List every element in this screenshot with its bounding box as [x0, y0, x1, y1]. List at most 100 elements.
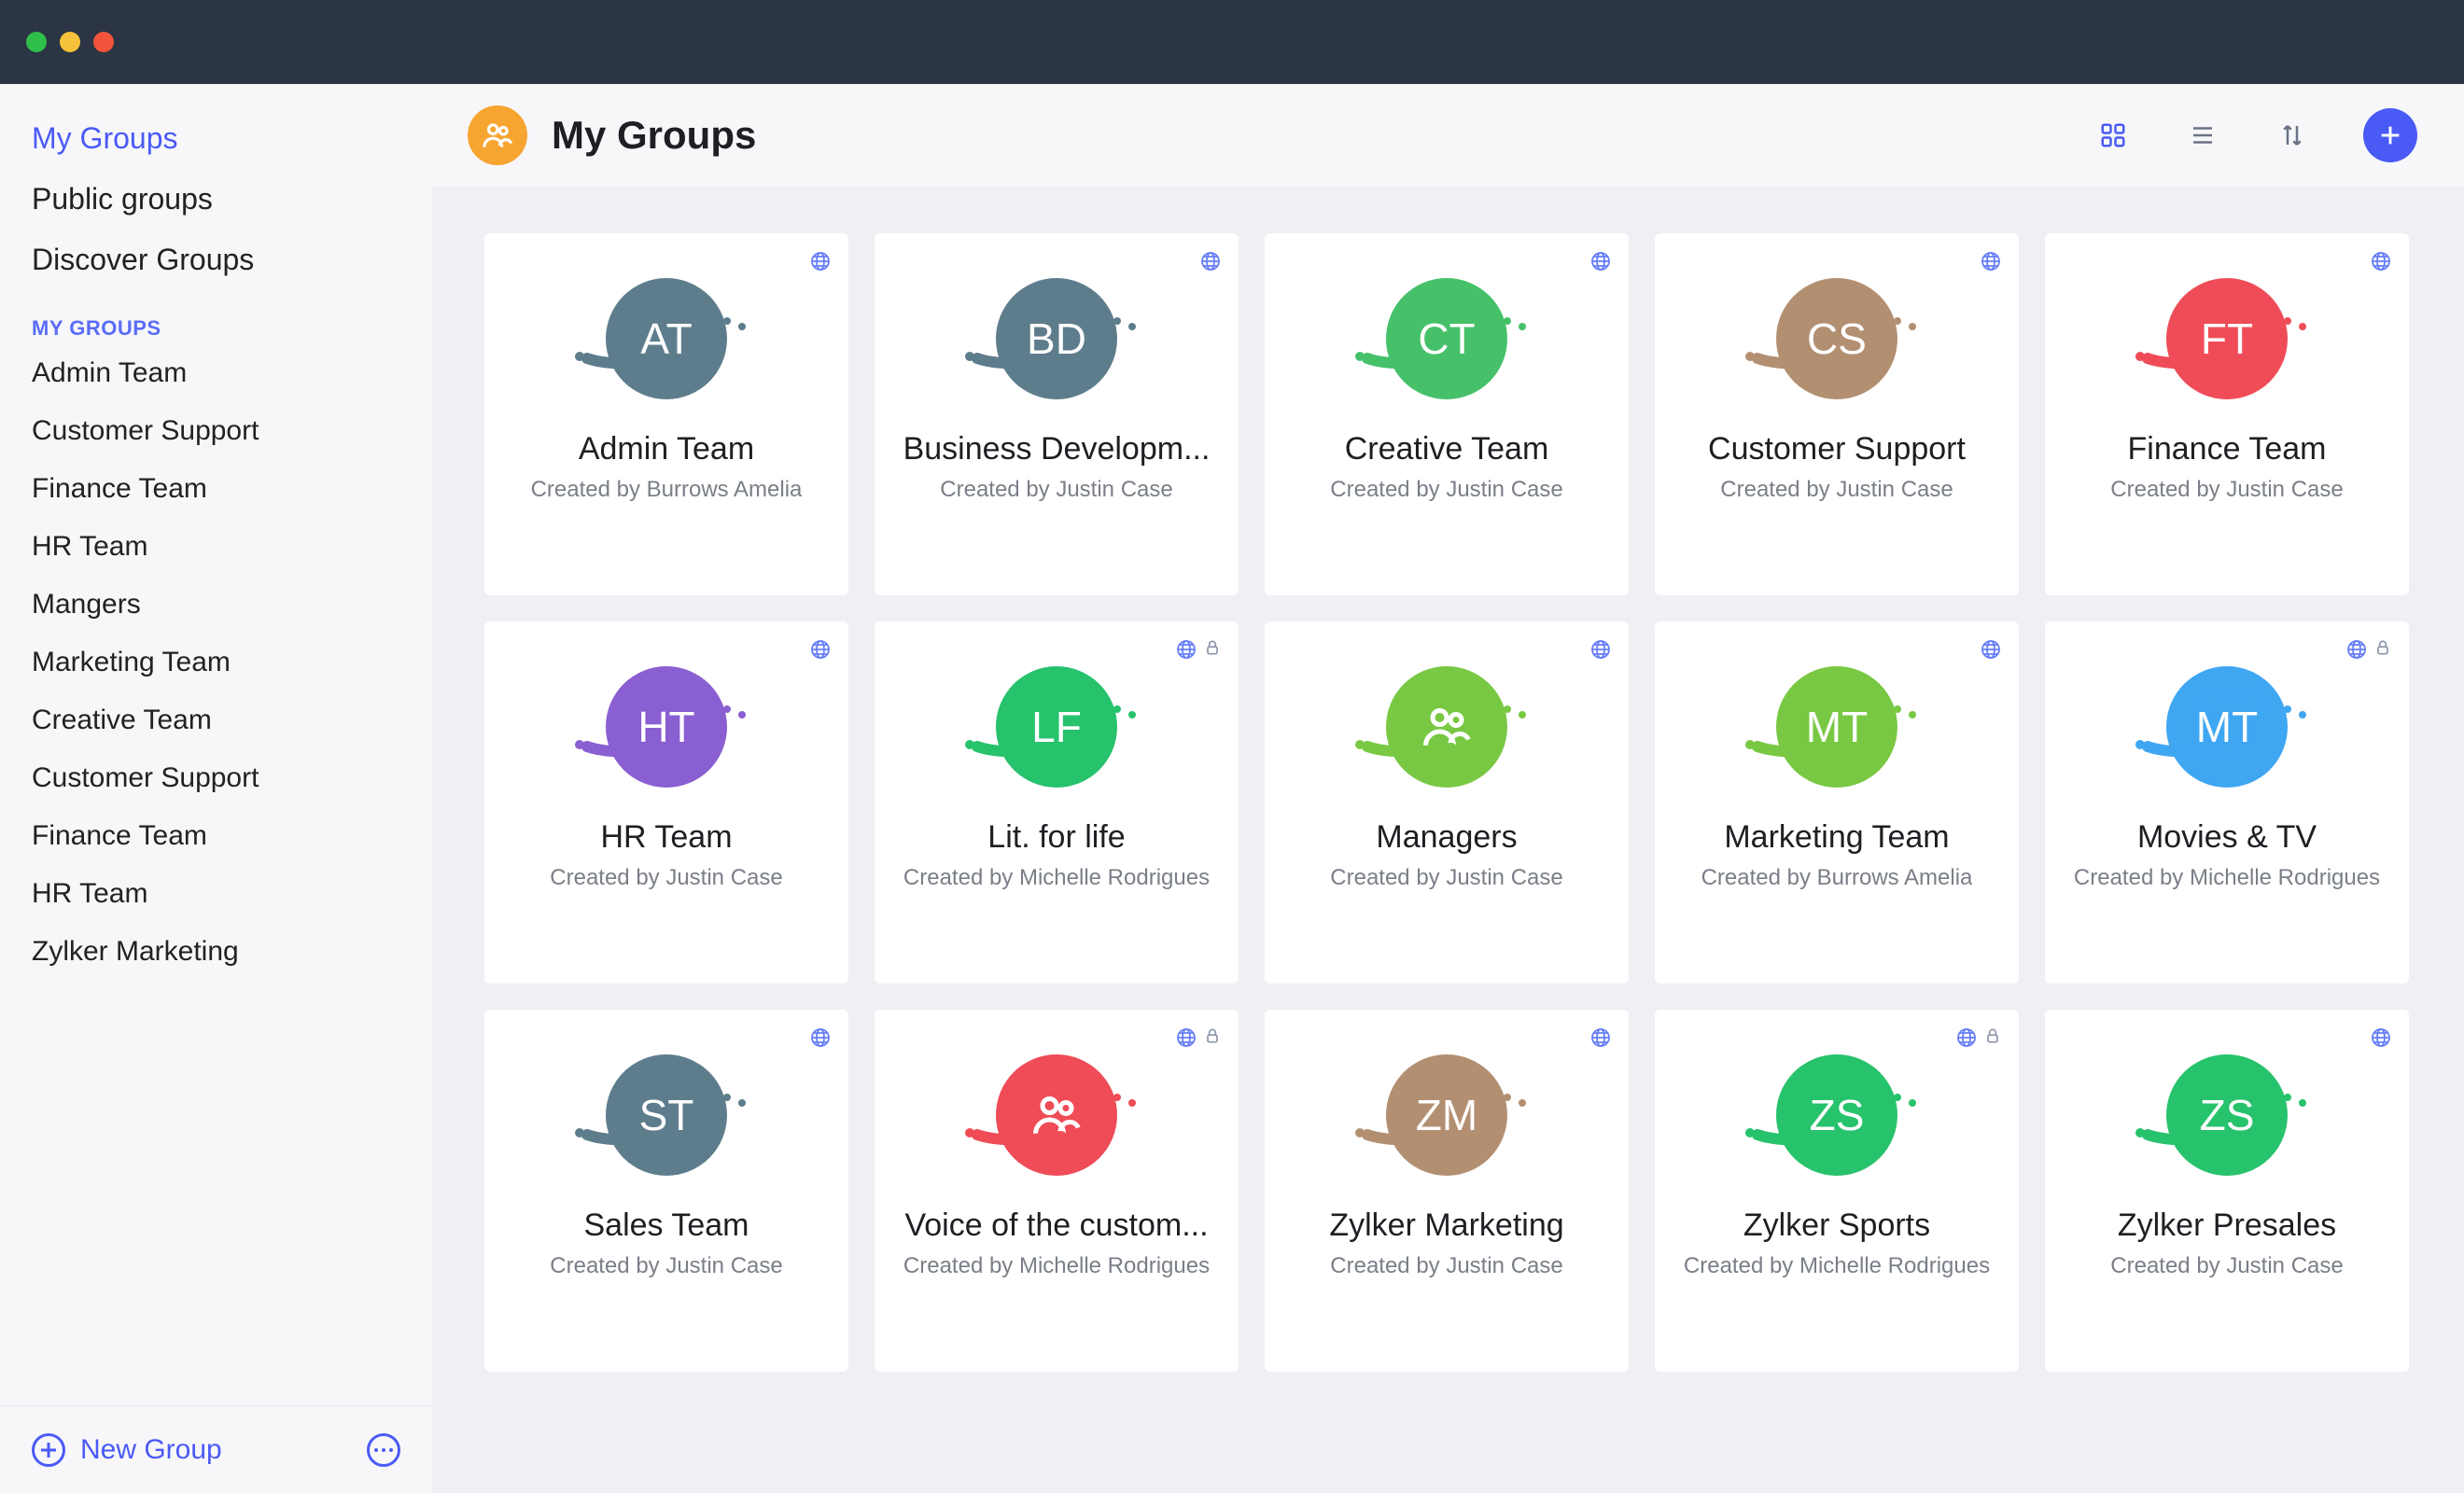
- group-avatar: MT: [2166, 666, 2288, 788]
- globe-icon: [2345, 638, 2368, 661]
- header-actions: [2094, 108, 2417, 162]
- globe-icon: [1199, 250, 1222, 272]
- avatar-initials: ZM: [1416, 1090, 1477, 1140]
- people-icon: [480, 118, 515, 153]
- group-card[interactable]: HTHR TeamCreated by Justin Case: [484, 621, 848, 984]
- group-card-title: Admin Team: [579, 431, 754, 467]
- group-avatar: CT: [1386, 278, 1507, 399]
- group-avatar: ZM: [1386, 1054, 1507, 1176]
- group-avatar: FT: [2166, 278, 2288, 399]
- sort-icon: [2278, 121, 2306, 149]
- group-card-title: Movies & TV: [2137, 819, 2317, 856]
- sidebar-group-item[interactable]: Customer Support: [32, 749, 400, 807]
- group-card[interactable]: ZSZylker SportsCreated by Michelle Rodri…: [1655, 1010, 2019, 1372]
- group-card-subtitle: Created by Justin Case: [940, 477, 1172, 503]
- group-avatar: ZS: [1776, 1054, 1897, 1176]
- sidebar-group-item[interactable]: Finance Team: [32, 460, 400, 518]
- sidebar-section-label: MY GROUPS: [32, 316, 400, 341]
- card-badges: [809, 638, 832, 661]
- group-card-subtitle: Created by Michelle Rodrigues: [903, 1253, 1210, 1279]
- group-card[interactable]: LFLit. for lifeCreated by Michelle Rodri…: [875, 621, 1239, 984]
- sidebar-nav-discover[interactable]: Discover Groups: [32, 230, 400, 290]
- globe-icon: [1175, 638, 1197, 661]
- group-card[interactable]: CT Creative Team Created by Justin Case: [1265, 233, 1629, 595]
- card-badges: [1175, 638, 1222, 661]
- sidebar: My GroupsPublic groupsDiscover Groups MY…: [0, 84, 432, 1493]
- group-card-subtitle: Created by Michelle Rodrigues: [2074, 865, 2380, 891]
- group-card[interactable]: FTFinance TeamCreated by Justin Case: [2045, 233, 2409, 595]
- page-icon: [468, 105, 527, 165]
- sidebar-group-item[interactable]: Marketing Team: [32, 634, 400, 691]
- group-card[interactable]: Voice of the custom...Created by Michell…: [875, 1010, 1239, 1372]
- sidebar-group-item[interactable]: Finance Team: [32, 807, 400, 865]
- avatar-initials: MT: [1806, 702, 1868, 752]
- group-avatar: MT: [1776, 666, 1897, 788]
- window-minimize-dot[interactable]: [60, 32, 80, 52]
- sidebar-group-item[interactable]: Zylker Marketing: [32, 923, 400, 981]
- group-card[interactable]: STSales TeamCreated by Justin Case: [484, 1010, 848, 1372]
- sort-button[interactable]: [2274, 117, 2311, 154]
- avatar-initials: CT: [1418, 314, 1475, 364]
- globe-icon: [809, 1026, 832, 1049]
- sidebar-nav-public[interactable]: Public groups: [32, 169, 400, 230]
- group-card[interactable]: ZSZylker PresalesCreated by Justin Case: [2045, 1010, 2409, 1372]
- sidebar-nav-my[interactable]: My Groups: [32, 108, 400, 169]
- create-group-fab[interactable]: [2363, 108, 2417, 162]
- avatar-swoosh-icon: [959, 1079, 1145, 1157]
- group-card-subtitle: Created by Justin Case: [1330, 865, 1562, 891]
- group-card[interactable]: ATAdmin TeamCreated by Burrows Amelia: [484, 233, 848, 595]
- group-card-subtitle: Created by Justin Case: [2110, 1253, 2343, 1279]
- plus-icon: [2377, 122, 2403, 148]
- new-group-button[interactable]: New Group: [32, 1433, 222, 1467]
- view-list-button[interactable]: [2184, 117, 2221, 154]
- group-card-subtitle: Created by Justin Case: [2110, 477, 2343, 503]
- group-card[interactable]: MT Movies & TV Created by Michelle Rodrigu…: [2045, 621, 2409, 984]
- group-card[interactable]: ManagersCreated by Justin Case: [1265, 621, 1629, 984]
- sidebar-group-item[interactable]: HR Team: [32, 518, 400, 576]
- sidebar-group-item[interactable]: Mangers: [32, 576, 400, 634]
- globe-icon: [1589, 638, 1612, 661]
- globe-icon: [2370, 250, 2392, 272]
- page-title: My Groups: [552, 113, 756, 158]
- group-avatar: CS: [1776, 278, 1897, 399]
- sidebar-group-item[interactable]: Creative Team: [32, 691, 400, 749]
- group-card[interactable]: BD Business Developm... Created by Justin …: [875, 233, 1239, 595]
- group-card[interactable]: CSCustomer SupportCreated by Justin Case: [1655, 233, 2019, 595]
- lock-icon: [1203, 638, 1222, 657]
- sidebar-group-item[interactable]: Customer Support: [32, 402, 400, 460]
- card-badges: [1589, 1026, 1612, 1049]
- window-maximize-dot[interactable]: [93, 32, 114, 52]
- group-card[interactable]: ZMZylker MarketingCreated by Justin Case: [1265, 1010, 1629, 1372]
- sidebar-group-item[interactable]: HR Team: [32, 865, 400, 923]
- group-card-subtitle: Created by Justin Case: [1330, 1253, 1562, 1279]
- group-avatar: LF: [996, 666, 1117, 788]
- group-card-title: HR Team: [600, 819, 732, 856]
- globe-icon: [2370, 1026, 2392, 1049]
- group-card-subtitle: Created by Justin Case: [1330, 477, 1562, 503]
- group-avatar: ZS: [2166, 1054, 2288, 1176]
- content-area: ATAdmin TeamCreated by Burrows Amelia BD…: [432, 187, 2464, 1493]
- group-card-title: Business Developm...: [903, 431, 1211, 467]
- sidebar-more-button[interactable]: [367, 1433, 400, 1467]
- new-group-label: New Group: [80, 1434, 222, 1466]
- card-badges: [1980, 638, 2002, 661]
- lock-icon: [2373, 638, 2392, 657]
- avatar-swoosh-icon: [1349, 691, 1535, 769]
- view-grid-button[interactable]: [2094, 117, 2132, 154]
- group-card-subtitle: Created by Justin Case: [550, 1253, 782, 1279]
- globe-icon: [809, 250, 832, 272]
- card-badges: [1175, 1026, 1222, 1049]
- card-badges: [2370, 1026, 2392, 1049]
- group-card-subtitle: Created by Justin Case: [1720, 477, 1953, 503]
- group-card-title: Creative Team: [1345, 431, 1549, 467]
- sidebar-groups-nav: Admin TeamCustomer SupportFinance TeamHR…: [32, 344, 400, 981]
- window-close-dot[interactable]: [26, 32, 47, 52]
- sidebar-footer: New Group: [0, 1405, 432, 1493]
- card-badges: [1589, 250, 1612, 272]
- group-card-subtitle: Created by Michelle Rodrigues: [903, 865, 1210, 891]
- group-card[interactable]: MTMarketing TeamCreated by Burrows Ameli…: [1655, 621, 2019, 984]
- card-badges: [2370, 250, 2392, 272]
- group-avatar: BD: [996, 278, 1117, 399]
- sidebar-group-item[interactable]: Admin Team: [32, 344, 400, 402]
- globe-icon: [1589, 1026, 1612, 1049]
